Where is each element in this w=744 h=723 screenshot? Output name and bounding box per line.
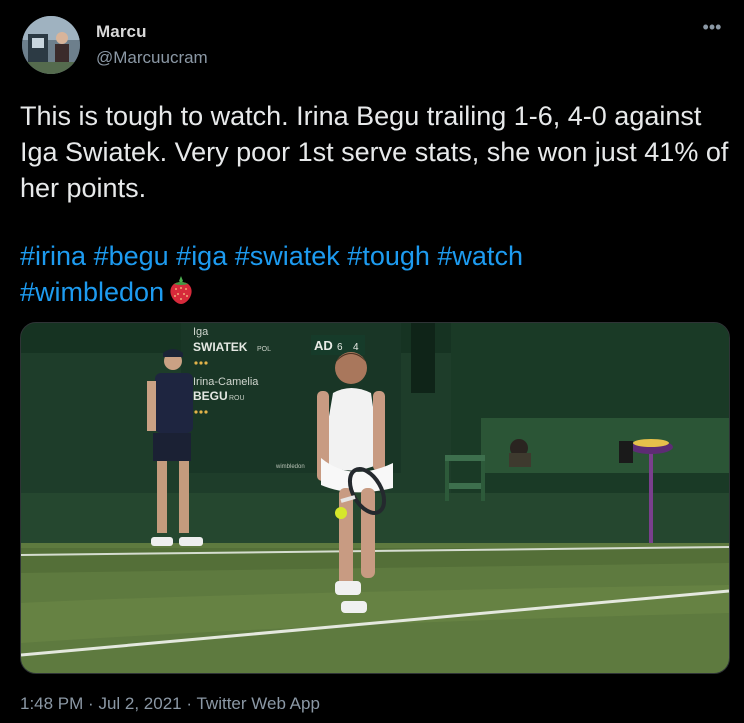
tweet-media[interactable]: Iga SWIATEK POL Irina-Camelia BEGU ROU A…: [20, 322, 730, 674]
hashtag-watch[interactable]: #watch: [437, 241, 523, 271]
hashtag-line: #irina #begu #iga #swiatek #tough #watch…: [20, 238, 730, 314]
tweet-metadata: 1:48 PM · Jul 2, 2021 · Twitter Web App: [20, 694, 320, 714]
sponsor-text: wimbledon: [275, 464, 305, 470]
separator: ·: [186, 694, 193, 713]
tennis-photo: Iga SWIATEK POL Irina-Camelia BEGU ROU A…: [21, 323, 729, 673]
hashtag-swiatek[interactable]: #swiatek: [235, 241, 340, 271]
set1-score: 6: [337, 342, 343, 353]
tweet-card: Marcu @Marcuucram ••• This is tough to w…: [0, 0, 744, 723]
tweet-source[interactable]: Twitter Web App: [196, 694, 319, 713]
hashtag-iga[interactable]: #iga: [176, 241, 227, 271]
more-icon[interactable]: •••: [698, 18, 726, 42]
player2-first-name: Irina-Camelia: [193, 376, 259, 388]
tweet-text: This is tough to watch. Irina Begu trail…: [20, 101, 729, 203]
player2-country: ROU: [229, 395, 245, 402]
player2-last-name: BEGU: [193, 389, 228, 403]
hashtag-begu[interactable]: #begu: [94, 241, 169, 271]
player1-first-name: Iga: [193, 326, 209, 338]
strawberry-icon: [168, 275, 194, 314]
advantage-indicator: AD: [314, 338, 333, 353]
hashtag-wimbledon[interactable]: #wimbledon: [20, 277, 164, 307]
tweet-time[interactable]: 1:48 PM: [20, 694, 83, 713]
user-handle[interactable]: @Marcuucram: [96, 48, 208, 68]
tweet-date[interactable]: Jul 2, 2021: [98, 694, 181, 713]
avatar[interactable]: [22, 16, 80, 74]
hashtag-tough[interactable]: #tough: [347, 241, 430, 271]
user-name[interactable]: Marcu: [96, 22, 147, 42]
hashtag-irina[interactable]: #irina: [20, 241, 86, 271]
avatar-image: [22, 16, 80, 74]
separator: ·: [88, 694, 94, 713]
player1-last-name: SWIATEK: [193, 340, 248, 354]
player1-country: POL: [257, 346, 271, 353]
set2-score: 4: [353, 342, 359, 353]
